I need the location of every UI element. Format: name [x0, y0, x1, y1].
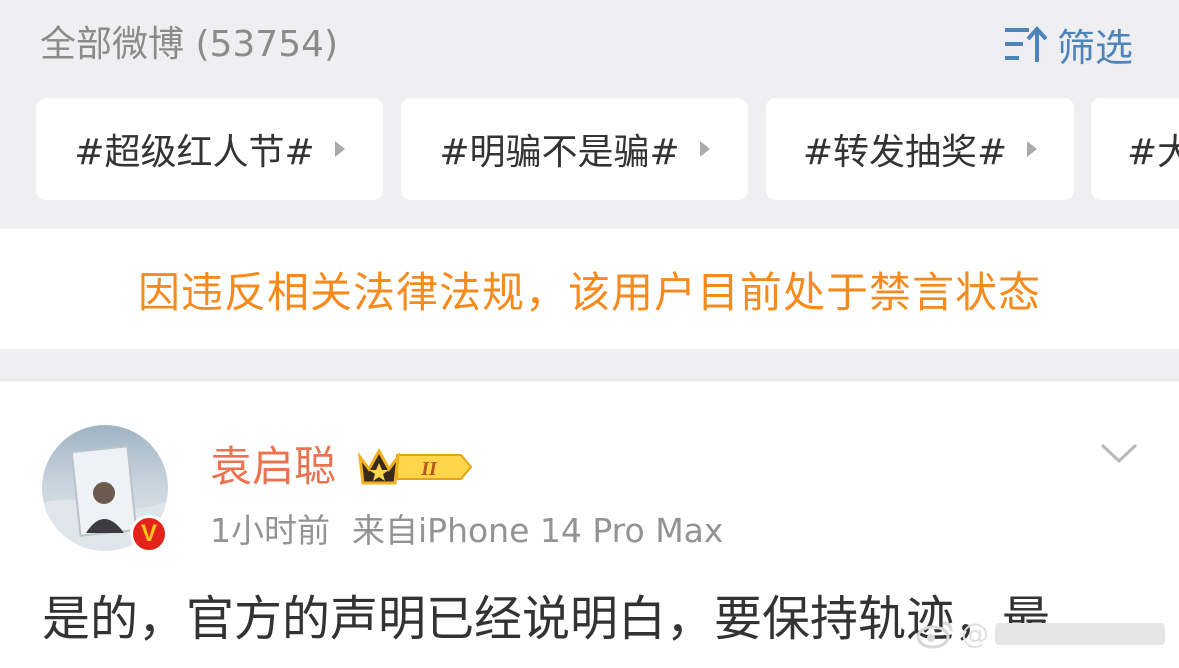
member-level-text: II: [420, 458, 438, 480]
sort-filter-icon: [1003, 24, 1047, 64]
topic-tag[interactable]: #转发抽奖#: [766, 98, 1074, 200]
watermark-text: @: [961, 617, 989, 650]
weibo-post-card[interactable]: V 袁启聪 II 1小时前 来自iPhone 14 Pro Max 是的，官方的声…: [0, 380, 1179, 668]
verified-badge-icon: V: [130, 515, 168, 553]
topic-tag[interactable]: #明骗不是骗#: [401, 98, 748, 200]
watermark-blur: [995, 622, 1165, 645]
profile-header-area: 全部微博 (53754) 筛选 #超级红人节# #明骗不是骗# #转发抽奖# #…: [0, 0, 1179, 229]
topic-tag-label: #大: [1127, 132, 1179, 173]
weibo-logo-icon: [916, 621, 953, 648]
play-arrow-icon: [699, 141, 710, 157]
weibo-count-label: 全部微博 (53754): [40, 24, 339, 65]
topic-tag[interactable]: #超级红人节#: [36, 98, 383, 200]
username[interactable]: 袁启聪: [210, 439, 336, 495]
post-meta: 1小时前 来自iPhone 14 Pro Max: [210, 509, 723, 553]
weibo-watermark: @: [915, 617, 1165, 650]
filter-label: 筛选: [1056, 25, 1133, 70]
play-arrow-icon: [1027, 141, 1038, 157]
post-source: 来自iPhone 14 Pro Max: [352, 511, 724, 550]
section-divider: [0, 349, 1179, 380]
ban-notice: 因违反相关法律法规，该用户目前处于禁言状态: [0, 229, 1179, 349]
topic-tag-label: #转发抽奖#: [802, 132, 1008, 173]
topic-tag-strip: #超级红人节# #明骗不是骗# #转发抽奖# #大: [36, 98, 1179, 200]
vip-crown-badge-icon[interactable]: II: [357, 445, 473, 493]
topic-tag[interactable]: #大: [1091, 98, 1179, 200]
filter-button[interactable]: 筛选: [1003, 18, 1133, 70]
ban-notice-text: 因违反相关法律法规，该用户目前处于禁言状态: [137, 267, 1041, 317]
play-arrow-icon: [334, 141, 345, 157]
topic-tag-label: #明骗不是骗#: [439, 132, 680, 173]
chevron-down-icon[interactable]: [1099, 441, 1139, 469]
topic-tag-label: #超级红人节#: [74, 132, 315, 173]
post-time: 1小时前: [210, 511, 330, 550]
